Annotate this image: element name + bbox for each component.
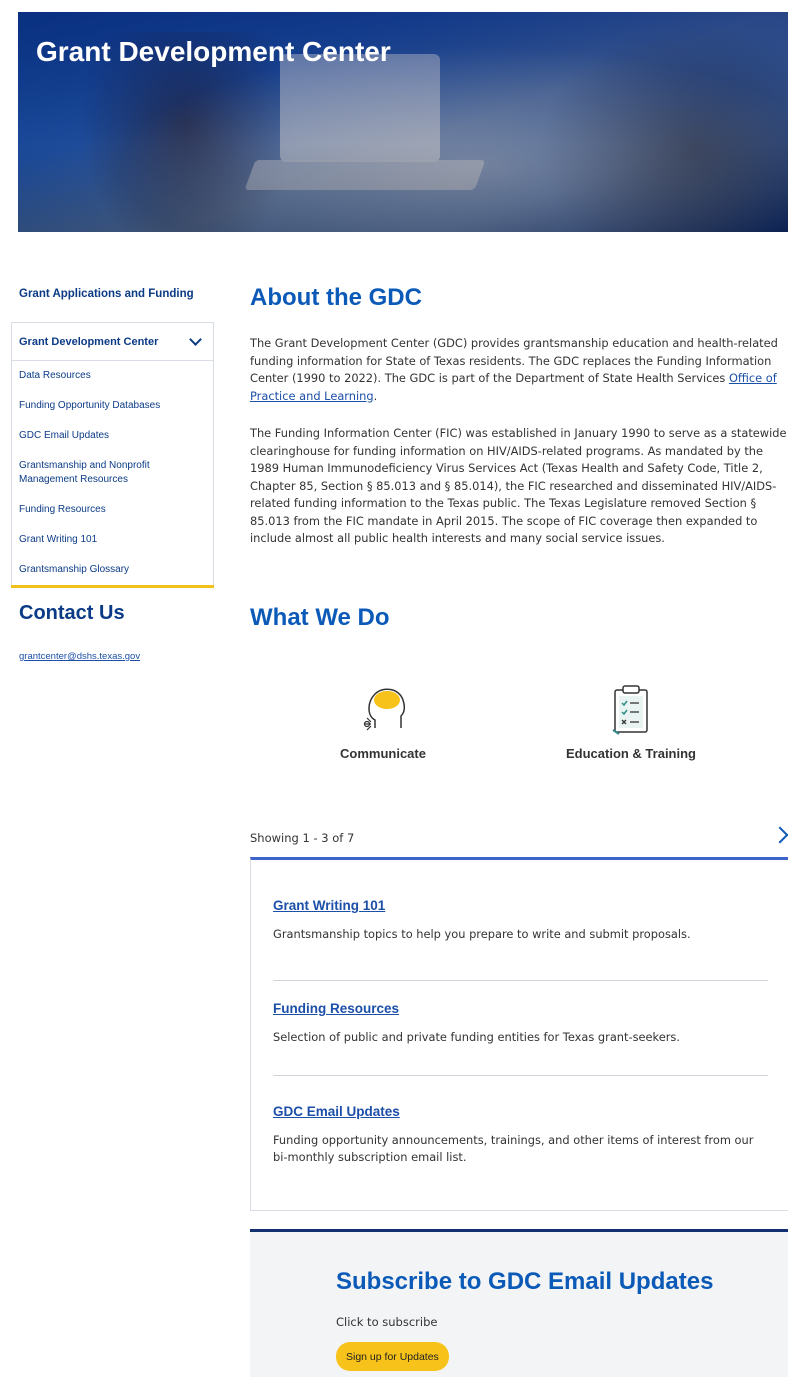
contact-heading: Contact Us (19, 602, 125, 624)
carousel-count: Showing 1 - 3 of 7 (250, 831, 355, 845)
sidebar-item-grant-writing-101[interactable]: Grant Writing 101 (12, 525, 213, 555)
card-title-link[interactable]: Grant Writing 101 (273, 898, 385, 913)
sign-up-button[interactable]: Sign up for Updates (336, 1342, 449, 1371)
page-title: Grant Development Center (36, 36, 391, 67)
carousel-card: Grant Writing 101 Grantsmanship topics t… (273, 895, 768, 943)
sidebar-item-funding-resources[interactable]: Funding Resources (12, 495, 213, 525)
card-divider (273, 1075, 768, 1076)
sidebar-nav-header-label: Grant Development Center (19, 335, 159, 348)
service-education-training[interactable]: Education & Training (541, 684, 721, 761)
chevron-down-icon (189, 332, 202, 346)
service-label: Communicate (340, 746, 426, 761)
sidebar-parent-link[interactable]: Grant Applications and Funding (19, 288, 194, 300)
sidebar-item-data-resources[interactable]: Data Resources (12, 361, 213, 391)
subscribe-section: Subscribe to GDC Email Updates Click to … (250, 1229, 788, 1377)
sidebar-accent-bar (11, 585, 214, 588)
sidebar-item-funding-opportunity-databases[interactable]: Funding Opportunity Databases (12, 391, 213, 421)
carousel-cards: Grant Writing 101 Grantsmanship topics t… (250, 857, 788, 1211)
about-paragraph-1: The Grant Development Center (GDC) provi… (250, 335, 788, 405)
hero-banner: Grant Development Center (18, 12, 788, 232)
about-paragraph-1-text: The Grant Development Center (GDC) provi… (250, 336, 778, 385)
head-brain-icon (353, 684, 413, 736)
clipboard-checklist-icon (601, 684, 661, 736)
sidebar-nav-header[interactable]: Grant Development Center (12, 323, 213, 361)
sidebar-nav: Grant Development Center Data Resources … (11, 322, 214, 585)
sidebar-item-grantsmanship-glossary[interactable]: Grantsmanship Glossary (12, 555, 213, 585)
sidebar-item-gdc-email-updates[interactable]: GDC Email Updates (12, 421, 213, 451)
service-label: Education & Training (565, 746, 696, 761)
card-title-link[interactable]: Funding Resources (273, 1001, 399, 1016)
about-heading: About the GDC (250, 284, 422, 311)
what-we-do-heading: What We Do (250, 604, 390, 631)
carousel-card: Funding Resources Selection of public an… (273, 998, 768, 1046)
subscribe-heading: Subscribe to GDC Email Updates (336, 1268, 714, 1295)
chevron-right-icon[interactable] (771, 826, 788, 844)
card-title-link[interactable]: GDC Email Updates (273, 1104, 400, 1119)
carousel-card: GDC Email Updates Funding opportunity an… (273, 1101, 768, 1166)
contact-email-link[interactable]: grantcenter@dshs.texas.gov (19, 651, 140, 662)
card-description: Grantsmanship topics to help you prepare… (273, 927, 691, 941)
card-description: Funding opportunity announcements, train… (273, 1133, 754, 1164)
service-communicate[interactable]: Communicate (293, 684, 473, 761)
card-divider (273, 980, 768, 981)
sidebar-item-grantsmanship-resources[interactable]: Grantsmanship and Nonprofit Management R… (12, 451, 213, 495)
subscribe-text: Click to subscribe (336, 1315, 438, 1329)
card-description: Selection of public and private funding … (273, 1030, 680, 1044)
about-paragraph-2: The Funding Information Center (FIC) was… (250, 426, 787, 545)
about-paragraph-1-end: . (373, 388, 378, 403)
